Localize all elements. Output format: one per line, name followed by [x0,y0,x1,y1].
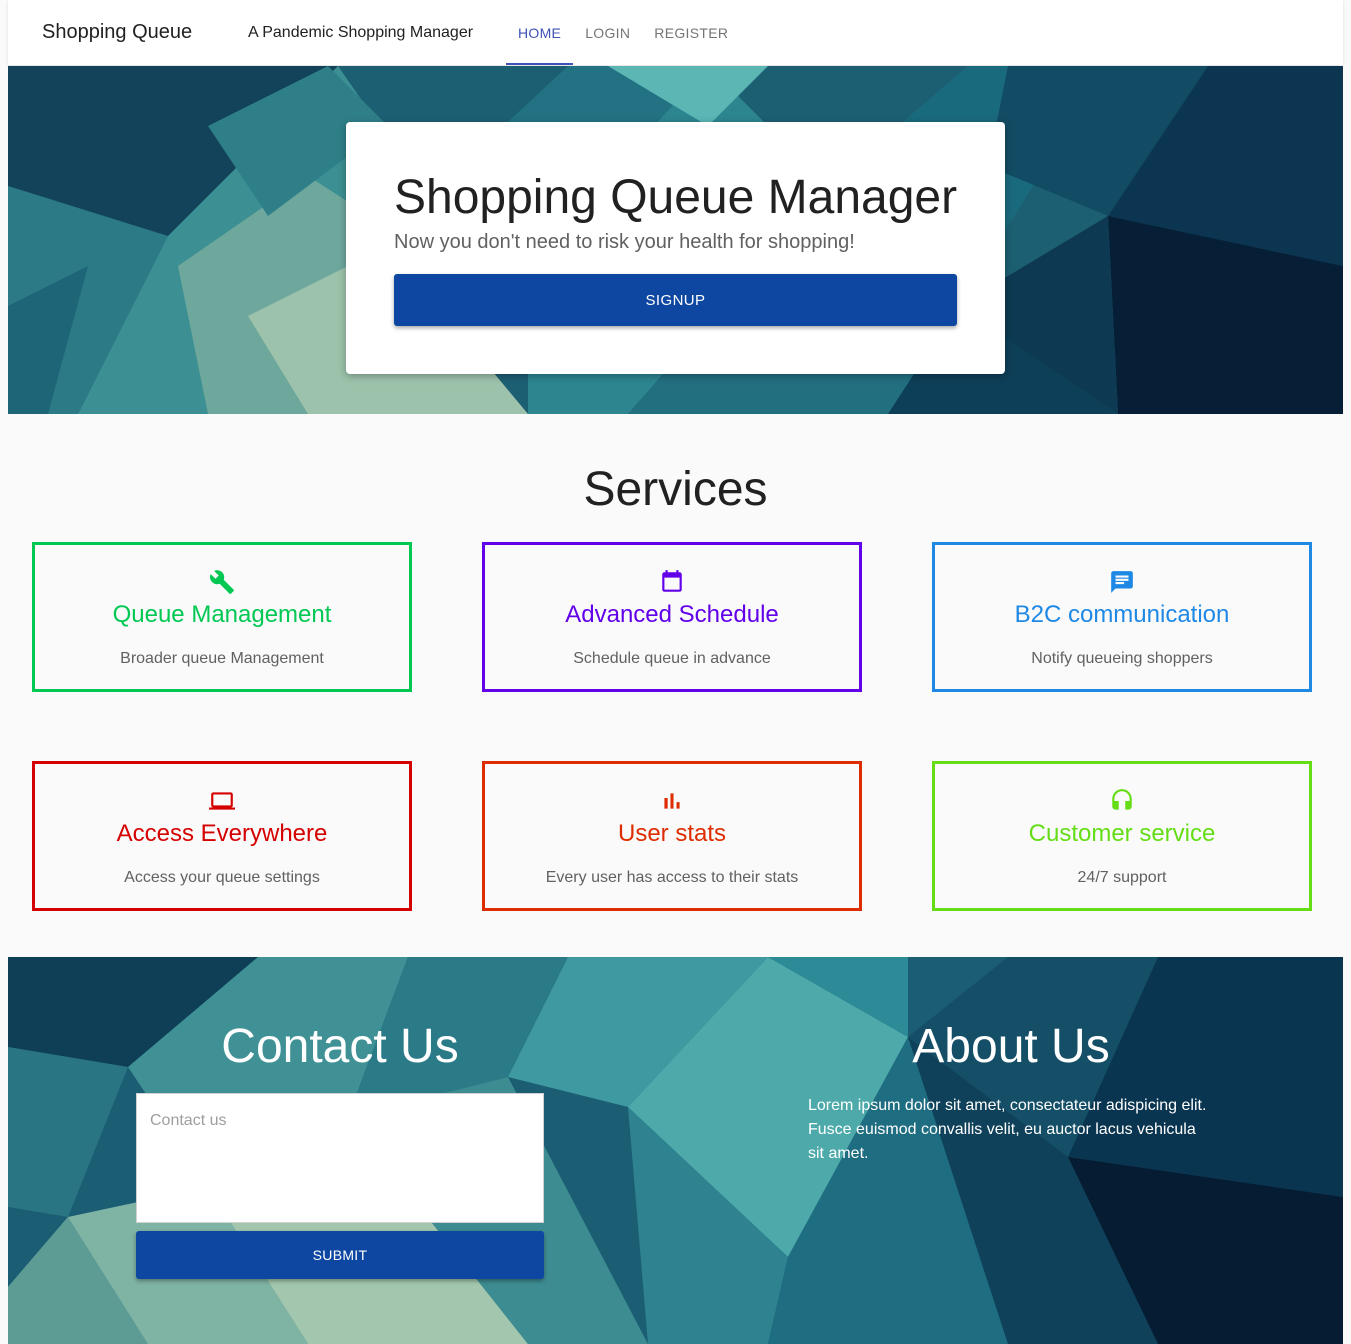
laptop-icon [35,788,409,814]
service-description: 24/7 support [1077,869,1167,886]
service-title: Queue Management [112,601,332,628]
service-title: Access Everywhere [116,820,328,847]
hero-section: Shopping Queue Manager Now you don't nee… [8,66,1343,414]
signup-button[interactable]: SIGNUP [394,274,957,326]
wrench-icon [35,569,409,595]
tab-login[interactable]: LOGIN [573,0,642,65]
message-icon [935,569,1309,595]
contact-heading: Contact Us [221,1020,459,1073]
headset-icon [935,788,1309,814]
service-card-advanced-schedule[interactable]: Advanced Schedule Schedule queue in adva… [482,542,862,692]
about-heading: About Us [912,1020,1110,1073]
service-card-user-stats[interactable]: User stats Every user has access to thei… [482,761,862,911]
nav-tabs: HOME LOGIN REGISTER [506,0,740,65]
contact-textarea[interactable] [136,1093,544,1223]
hero-card: Shopping Queue Manager Now you don't nee… [346,122,1005,374]
service-title: B2C communication [1014,601,1230,628]
service-description: Every user has access to their stats [545,869,799,886]
hero-title: Shopping Queue Manager [394,171,958,224]
service-card-b2c-communication[interactable]: B2C communication Notify queueing shoppe… [932,542,1312,692]
bar-chart-icon [485,788,859,814]
service-title: User stats [617,820,727,847]
page: Shopping Queue A Pandemic Shopping Manag… [8,0,1343,1344]
service-title: Advanced Schedule [565,601,779,628]
services-heading: Services [583,463,768,516]
service-card-access-everywhere[interactable]: Access Everywhere Access your queue sett… [32,761,412,911]
brand-title[interactable]: Shopping Queue [42,21,192,44]
tab-home[interactable]: HOME [506,0,574,65]
service-card-customer-service[interactable]: Customer service 24/7 support [932,761,1312,911]
service-description: Notify queueing shoppers [1031,650,1213,667]
service-description: Schedule queue in advance [573,650,771,667]
service-description: Broader queue Management [120,650,324,667]
submit-button[interactable]: SUBMIT [136,1231,544,1279]
tagline: A Pandemic Shopping Manager [248,24,474,41]
service-title: Customer service [1028,820,1216,847]
calendar-icon [485,569,859,595]
service-description: Access your queue settings [124,869,320,886]
hero-subtitle: Now you don't need to risk your health f… [394,231,855,253]
about-text: Lorem ipsum dolor sit amet, consectateur… [808,1097,1207,1162]
footer-section: Contact Us SUBMIT About Us Lorem ipsum d… [8,957,1343,1344]
service-card-queue-management[interactable]: Queue Management Broader queue Managemen… [32,542,412,692]
tab-register[interactable]: REGISTER [642,0,740,65]
top-app-bar: Shopping Queue A Pandemic Shopping Manag… [8,0,1343,65]
